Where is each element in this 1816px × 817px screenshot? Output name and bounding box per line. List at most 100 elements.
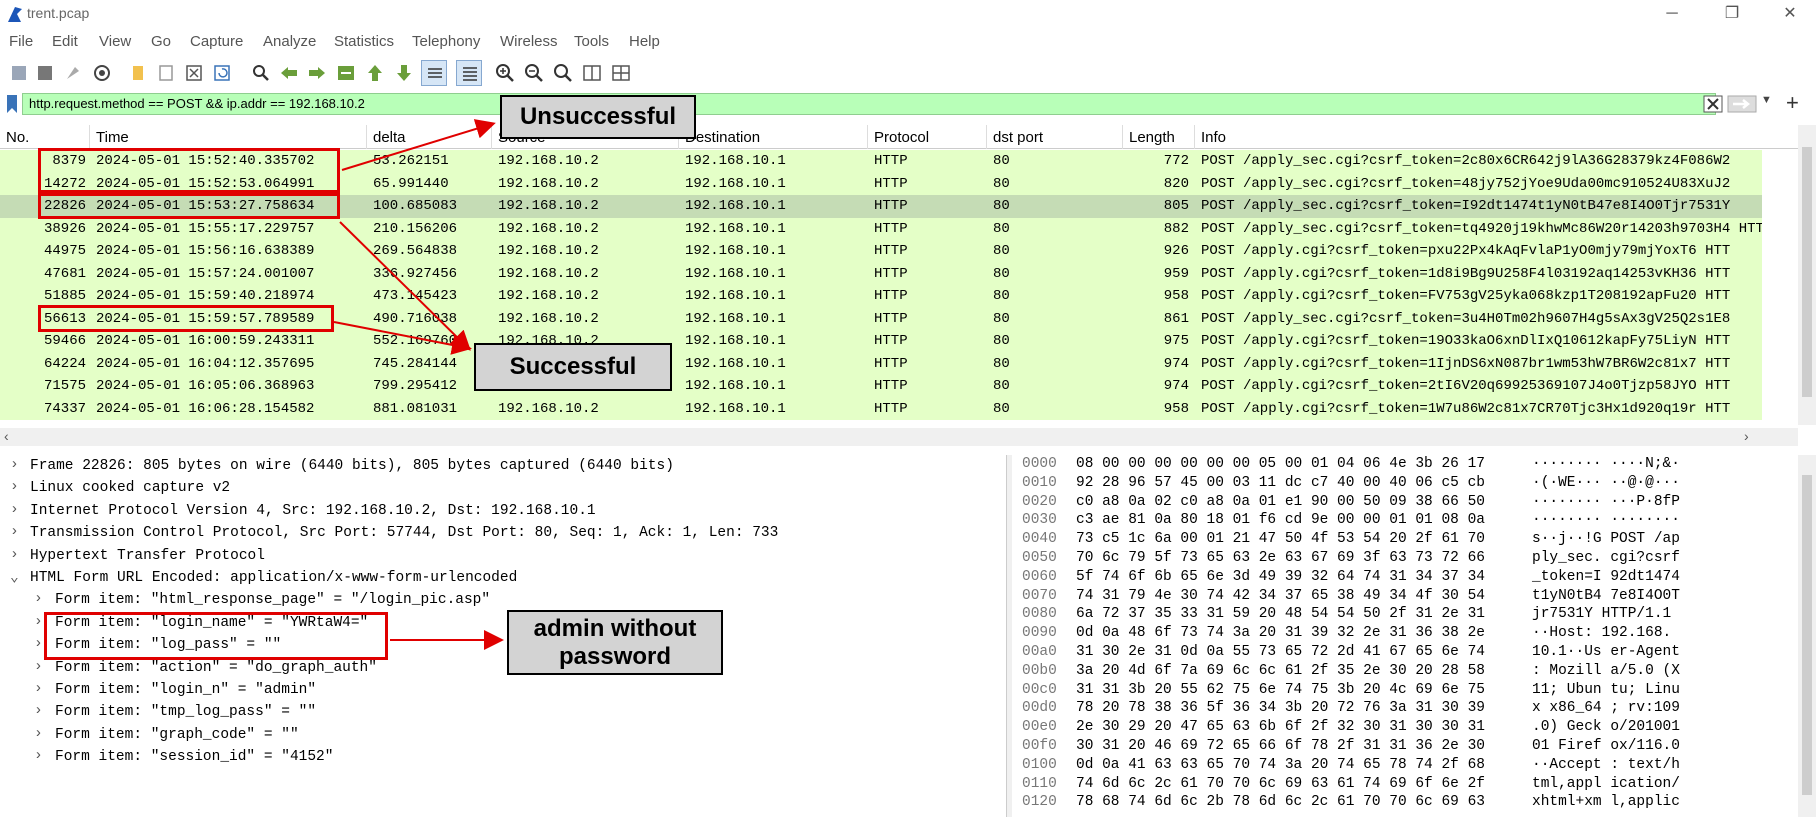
close-file-icon[interactable]	[181, 60, 207, 86]
hex-off[interactable]: 0120	[1022, 794, 1057, 810]
hex-off[interactable]: 00c0	[1022, 682, 1057, 698]
hex-bytes[interactable]: 0d 0a 48 6f 73 74 3a 20 31 39 32 2e 31 3…	[1076, 625, 1485, 641]
hex-ascii[interactable]: _token=I 92dt1474	[1532, 569, 1680, 585]
chevron-right-icon[interactable]: ›	[10, 524, 19, 540]
hex-bytes[interactable]: 78 68 74 6d 6c 2b 78 6d 6c 2c 61 70 70 6…	[1076, 794, 1485, 810]
hex-off[interactable]: 0010	[1022, 475, 1057, 491]
column-separator[interactable]	[89, 125, 90, 149]
hex-ascii[interactable]: 10.1··Us er-Agent	[1532, 644, 1680, 660]
bookmark-icon[interactable]	[5, 94, 19, 114]
chevron-right-icon[interactable]: ›	[34, 614, 43, 630]
bytes-scrollbar[interactable]	[1798, 455, 1816, 817]
chevron-right-icon[interactable]: ›	[10, 457, 19, 473]
scroll-right-icon[interactable]: ›	[1744, 428, 1749, 444]
chevron-right-icon[interactable]: ›	[34, 659, 43, 675]
hex-bytes[interactable]: 0d 0a 41 63 63 65 70 74 3a 20 74 65 78 7…	[1076, 757, 1485, 773]
menu-tools[interactable]: Tools	[574, 33, 609, 50]
go-to-packet-icon[interactable]	[333, 60, 359, 86]
zoom-out-icon[interactable]	[521, 60, 547, 86]
go-forward-icon[interactable]	[304, 60, 330, 86]
close-button[interactable]: ✕	[1770, 2, 1810, 26]
open-file-icon[interactable]	[125, 60, 151, 86]
col-length[interactable]: Length	[1129, 129, 1175, 146]
autoscroll-icon[interactable]	[421, 60, 447, 86]
hex-ascii[interactable]: ········ ········	[1532, 512, 1680, 528]
chevron-right-icon[interactable]: ›	[34, 703, 43, 719]
hex-bytes[interactable]: 30 31 20 46 69 72 65 66 6f 78 2f 31 31 3…	[1076, 738, 1485, 754]
menu-statistics[interactable]: Statistics	[334, 33, 394, 50]
column-separator[interactable]	[867, 125, 868, 149]
save-file-icon[interactable]	[153, 60, 179, 86]
packet-list-hscrollbar[interactable]: ‹ ›	[0, 428, 1798, 446]
packet-row[interactable]: 59466 2024-05-01 16:00:59.243311 552.16976…	[0, 330, 1762, 353]
minimize-button[interactable]: ─	[1652, 2, 1692, 26]
hex-off[interactable]: 0000	[1022, 456, 1057, 472]
hex-bytes[interactable]: 31 31 3b 20 55 62 75 6e 74 75 3b 20 4c 6…	[1076, 682, 1485, 698]
hex-bytes[interactable]: 92 28 96 57 45 00 03 11 dc c7 40 00 40 0…	[1076, 475, 1485, 491]
menu-file[interactable]: File	[9, 33, 33, 50]
hex-off[interactable]: 00d0	[1022, 700, 1057, 716]
hex-off[interactable]: 0090	[1022, 625, 1057, 641]
packet-row[interactable]: 74337 2024-05-01 16:06:28.154582 881.08103…	[0, 397, 1762, 420]
col-no[interactable]: No.	[6, 129, 29, 146]
hex-ascii[interactable]: t1yN0tB4 7e8I4O0T	[1532, 588, 1680, 604]
hex-ascii[interactable]: ply_sec. cgi?csrf	[1532, 550, 1680, 566]
hex-ascii[interactable]: ··Host: 192.168.	[1532, 625, 1671, 641]
go-last-icon[interactable]	[391, 60, 417, 86]
col-dst-port[interactable]: dst port	[993, 129, 1043, 146]
display-filter-input[interactable]: http.request.method == POST && ip.addr =…	[22, 93, 1716, 115]
hex-off[interactable]: 0030	[1022, 512, 1057, 528]
go-first-icon[interactable]	[362, 60, 388, 86]
menu-wireless[interactable]: Wireless	[500, 33, 558, 50]
col-delta[interactable]: delta	[373, 129, 406, 146]
col-time[interactable]: Time	[96, 129, 129, 146]
hex-off[interactable]: 0080	[1022, 606, 1057, 622]
scroll-left-icon[interactable]: ‹	[4, 428, 9, 444]
hex-off[interactable]: 0050	[1022, 550, 1057, 566]
hex-bytes[interactable]: 2e 30 29 20 47 65 63 6b 6f 2f 32 30 31 3…	[1076, 719, 1485, 735]
col-destination[interactable]: Destination	[685, 129, 760, 146]
menu-view[interactable]: View	[99, 33, 131, 50]
packet-row[interactable]: 38926 2024-05-01 15:55:17.229757 210.15620…	[0, 217, 1762, 240]
layout-icon[interactable]	[608, 60, 634, 86]
hex-ascii[interactable]: : Mozill a/5.0 (X	[1532, 663, 1680, 679]
zoom-in-icon[interactable]	[492, 60, 518, 86]
hex-ascii[interactable]: ··Accept : text/h	[1532, 757, 1680, 773]
go-back-icon[interactable]	[276, 60, 302, 86]
hex-bytes[interactable]: 3a 20 4d 6f 7a 69 6c 6c 61 2f 35 2e 30 2…	[1076, 663, 1485, 679]
col-protocol[interactable]: Protocol	[874, 129, 929, 146]
column-separator[interactable]	[491, 125, 492, 149]
menu-help[interactable]: Help	[629, 33, 660, 50]
chevron-right-icon[interactable]: ›	[10, 547, 19, 563]
hex-ascii[interactable]: ········ ····N;&·	[1532, 456, 1680, 472]
hex-off[interactable]: 00e0	[1022, 719, 1057, 735]
column-separator[interactable]	[1122, 125, 1123, 149]
restart-capture-icon[interactable]	[60, 60, 86, 86]
scrollbar-thumb[interactable]	[1802, 475, 1812, 795]
scrollbar-thumb[interactable]	[1802, 147, 1812, 397]
packet-list-scrollbar[interactable]	[1798, 125, 1816, 425]
chevron-right-icon[interactable]: ›	[34, 636, 43, 652]
chevron-right-icon[interactable]: ›	[34, 748, 43, 764]
packet-row[interactable]: 64224 2024-05-01 16:04:12.357695 745.28414…	[0, 352, 1762, 375]
restore-button[interactable]: ❐	[1712, 2, 1752, 26]
hex-bytes[interactable]: 6a 72 37 35 33 31 59 20 48 54 54 50 2f 3…	[1076, 606, 1485, 622]
hex-ascii[interactable]: xhtml+xm l,applic	[1532, 794, 1680, 810]
hex-off[interactable]: 00f0	[1022, 738, 1057, 754]
menu-analyze[interactable]: Analyze	[263, 33, 316, 50]
zoom-normal-icon[interactable]	[550, 60, 576, 86]
hex-off[interactable]: 0020	[1022, 494, 1057, 510]
add-filter-button-icon[interactable]: +	[1786, 90, 1799, 116]
hex-bytes[interactable]: 31 30 2e 31 0d 0a 55 73 65 72 2d 41 67 6…	[1076, 644, 1485, 660]
apply-filter-icon[interactable]	[1727, 95, 1757, 113]
hex-off[interactable]: 00a0	[1022, 644, 1057, 660]
hex-ascii[interactable]: x x86_64 ; rv:109	[1532, 700, 1680, 716]
hex-off[interactable]: 0070	[1022, 588, 1057, 604]
hex-bytes[interactable]: 78 20 78 38 36 5f 36 34 3b 20 72 76 3a 3…	[1076, 700, 1485, 716]
chevron-right-icon[interactable]: ›	[34, 591, 43, 607]
hex-ascii[interactable]: tml,appl ication/	[1532, 776, 1680, 792]
hex-ascii[interactable]: jr7531Y HTTP/1.1	[1532, 606, 1671, 622]
hex-off[interactable]: 0100	[1022, 757, 1057, 773]
menu-go[interactable]: Go	[151, 33, 171, 50]
hex-ascii[interactable]: 11; Ubun tu; Linu	[1532, 682, 1680, 698]
